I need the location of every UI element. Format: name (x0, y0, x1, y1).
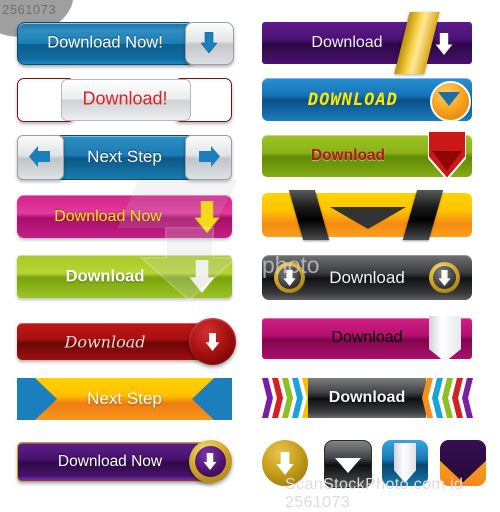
button-label: Download Now! (47, 33, 163, 51)
arrow-down-icon (203, 453, 217, 470)
button-label: Download (328, 389, 406, 406)
button-download-now-purple[interactable]: Download Now (17, 440, 232, 483)
button-label: Download Now (57, 452, 163, 470)
chevron-down-icon (335, 458, 361, 473)
button-label: Next Step (87, 389, 162, 408)
chevron-down-icon (438, 92, 460, 106)
chevron-icon (462, 378, 473, 418)
button-download-chevron-rainbow[interactable]: Download (262, 378, 473, 418)
arrow-down-icon (438, 270, 451, 286)
chevron-down-icon (330, 207, 406, 229)
button-download-yellow-fold[interactable] (262, 190, 472, 240)
button-next-step-orange[interactable]: Next Step (17, 378, 232, 420)
button-download-now-blue[interactable]: Download Now! (17, 22, 234, 65)
button-download-purple-ribbon[interactable]: Download (262, 12, 472, 74)
button-download-now-magenta[interactable]: Download Now (17, 195, 232, 238)
arrow-down-icon (195, 88, 213, 110)
button-download-magenta-banner[interactable]: Download (262, 316, 472, 366)
arrow-left-icon (29, 146, 50, 167)
arrow-down-icon (283, 270, 296, 286)
button-label: Download (310, 147, 386, 164)
button-label: Download (64, 332, 146, 351)
button-download-darkred[interactable]: Download (17, 318, 236, 365)
button-label: DOWNLOAD (308, 89, 398, 110)
arrow-down-icon (435, 33, 453, 55)
button-download-green-shield[interactable]: Download (262, 131, 472, 179)
button-label: Download Now (54, 207, 162, 225)
button-download-red-silver[interactable]: Download! (17, 78, 232, 122)
button-label: Download (65, 267, 145, 285)
button-set-canvas: 2561073 Download Now! Download! Next Ste… (0, 0, 500, 511)
button-label: Next Step (87, 146, 162, 166)
button-label: Download! (82, 88, 168, 109)
button-download-lcd-blue[interactable]: DOWNLOAD (262, 78, 472, 122)
watermark-bottom-text: ScanStockPhoto.com id 2561073 (285, 476, 464, 511)
arrow-right-icon (199, 146, 220, 167)
button-download-green[interactable]: Download (17, 255, 232, 298)
arrow-down-icon (205, 333, 220, 351)
button-next-step-blue[interactable]: Next Step (17, 135, 232, 180)
button-label: Download (331, 329, 403, 346)
arrow-down-icon (201, 32, 217, 53)
button-label: Download (311, 34, 383, 51)
arrow-down-icon (276, 452, 294, 475)
arrow-down-icon (36, 88, 54, 110)
watermark-id-text: 2561073 (2, 2, 57, 17)
